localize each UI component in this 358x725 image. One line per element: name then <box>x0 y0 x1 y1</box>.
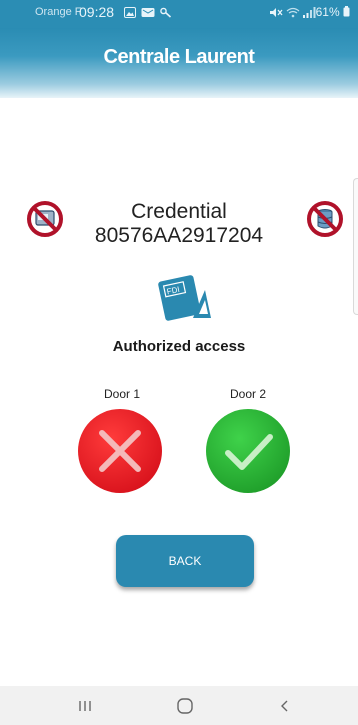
app-header: Centrale Laurent <box>0 28 358 98</box>
battery-percent: 61% <box>315 5 340 19</box>
credential-label: Credential <box>131 200 227 223</box>
door-2-granted-icon <box>206 409 290 493</box>
back-nav-button[interactable] <box>265 694 305 718</box>
door-2-label: Door 2 <box>229 387 267 401</box>
page-title: Centrale Laurent <box>103 46 255 68</box>
battery-status: 61% <box>316 5 350 19</box>
battery-icon <box>343 6 350 17</box>
home-icon <box>177 698 193 714</box>
status-time: 09:28 <box>79 4 115 20</box>
back-button-label: BACK <box>168 554 202 568</box>
access-status: Authorized access <box>112 338 246 355</box>
signal-icon <box>303 7 316 18</box>
status-bar: Orange F 09:28 61% <box>0 0 358 28</box>
carrier-name: Orange F <box>35 6 82 18</box>
access-card-icon: FDI <box>158 275 211 321</box>
back-nav-icon <box>281 700 288 712</box>
credential-number: 80576AA2917204 <box>94 224 264 247</box>
wifi-icon <box>286 7 300 18</box>
mute-icon <box>270 8 283 17</box>
key-icon <box>160 7 172 18</box>
navigation-bar <box>0 686 358 725</box>
edge-panel-handle[interactable] <box>353 178 358 315</box>
message-icon <box>141 8 155 17</box>
gallery-icon <box>124 7 136 18</box>
recent-apps-button[interactable] <box>65 694 105 718</box>
door-1-denied-icon <box>78 409 162 493</box>
door-1-label: Door 1 <box>103 387 141 401</box>
home-button[interactable] <box>165 694 205 718</box>
recent-apps-icon <box>79 701 91 711</box>
back-button[interactable]: BACK <box>116 535 254 587</box>
